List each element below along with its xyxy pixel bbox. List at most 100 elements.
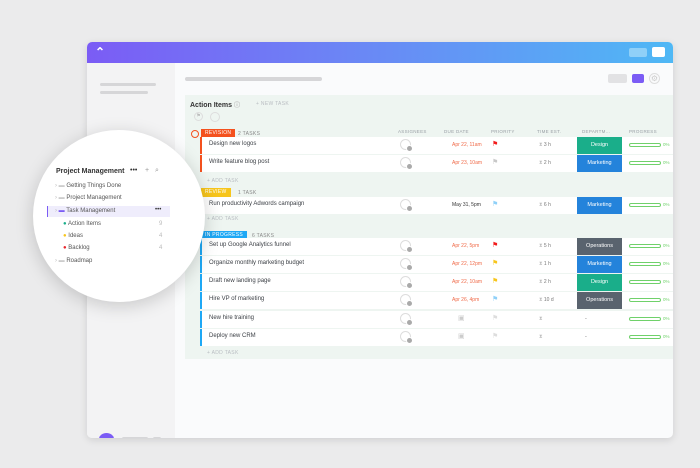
department-tag[interactable]: Marketing: [577, 197, 622, 214]
priority-flag-icon[interactable]: ⚑: [492, 315, 498, 323]
column-header[interactable]: PRIORITY: [491, 129, 515, 134]
settings-icon[interactable]: ⚙: [649, 73, 660, 84]
department-tag[interactable]: Operations: [577, 238, 622, 255]
progress-text: 0%: [663, 334, 670, 339]
more-icon[interactable]: •••: [130, 167, 137, 174]
add-task-button[interactable]: + ADD TASK: [207, 178, 239, 184]
collapse-group-icon[interactable]: [191, 130, 199, 138]
add-task-button[interactable]: + ADD TASK: [207, 350, 239, 356]
header-button-white[interactable]: [652, 47, 665, 57]
assignee-icon[interactable]: [400, 240, 413, 253]
time-estimate[interactable]: ⧗: [539, 334, 543, 340]
task-row[interactable]: Write feature blog post Apr 23, 10am ⚑ ⧗…: [200, 155, 673, 172]
progress-bar: [629, 244, 661, 248]
calendar-icon[interactable]: ▣: [458, 314, 465, 322]
sidebar-folder-item[interactable]: › ▬ Getting Things Done: [55, 183, 121, 189]
assignee-icon[interactable]: [400, 199, 413, 212]
assignee-icon[interactable]: [400, 139, 413, 152]
toolbar-button-primary[interactable]: [632, 74, 644, 83]
task-row[interactable]: New hire training ▣ ⚑ ⧗ - 0%: [200, 311, 673, 328]
task-row[interactable]: Organize monthly marketing budget Apr 22…: [200, 256, 673, 273]
progress-bar: [629, 317, 661, 321]
priority-flag-icon[interactable]: ⚑: [492, 201, 498, 209]
due-date[interactable]: Apr 23, 10am: [452, 160, 482, 166]
sidebar-list-item[interactable]: ● Action Items: [63, 221, 101, 227]
add-task-button[interactable]: + ADD TASK: [207, 216, 239, 222]
time-estimate[interactable]: ⧗ 2 h: [539, 279, 551, 285]
task-name[interactable]: Draft new landing page: [209, 278, 271, 284]
due-date[interactable]: Apr 22, 12pm: [452, 261, 482, 267]
priority-flag-icon[interactable]: ⚑: [492, 296, 498, 304]
time-estimate[interactable]: ⧗ 6 h: [539, 202, 551, 208]
sidebar-list-item[interactable]: ● Backlog: [63, 245, 90, 251]
time-estimate[interactable]: ⧗ 3 h: [539, 142, 551, 148]
sidebar-folder-item[interactable]: › ▬ Project Management: [55, 195, 122, 201]
toolbar-button[interactable]: [608, 74, 627, 83]
column-header[interactable]: TIME EST.: [537, 129, 561, 134]
more-icon[interactable]: •••: [155, 207, 161, 213]
task-name[interactable]: Run productivity Adwords campaign: [209, 201, 304, 207]
task-row[interactable]: Run productivity Adwords campaign May 31…: [200, 197, 673, 214]
progress-bar: [629, 203, 661, 207]
task-row[interactable]: Draft new landing page Apr 22, 10am ⚑ ⧗ …: [200, 274, 673, 291]
priority-flag-icon[interactable]: ⚑: [492, 159, 498, 167]
task-row[interactable]: Hire VP of marketing Apr 26, 4pm ⚑ ⧗ 10 …: [200, 292, 673, 309]
assignee-icon[interactable]: [400, 258, 413, 271]
sidebar-folder-item[interactable]: › ▬ Roadmap: [55, 258, 92, 264]
due-date[interactable]: May 31, 5pm: [452, 202, 481, 208]
column-header[interactable]: PROGRESS: [629, 129, 657, 134]
time-estimate[interactable]: ⧗ 1 h: [539, 261, 551, 267]
priority-flag-icon[interactable]: ⚑: [492, 333, 498, 341]
task-row[interactable]: Design new logos Apr 22, 11am ⚑ ⧗ 3 h De…: [200, 137, 673, 154]
priority-flag-icon[interactable]: ⚑: [492, 278, 498, 286]
task-name[interactable]: Set up Google Analytics funnel: [209, 242, 291, 248]
priority-flag-icon[interactable]: ⚑: [492, 260, 498, 268]
calendar-icon[interactable]: ▣: [458, 332, 465, 340]
time-estimate[interactable]: ⧗: [539, 316, 543, 322]
department-tag[interactable]: Design: [577, 137, 622, 154]
status-badge[interactable]: REVIEW: [201, 188, 231, 197]
task-name[interactable]: Hire VP of marketing: [209, 296, 264, 302]
task-row[interactable]: Set up Google Analytics funnel Apr 22, 5…: [200, 238, 673, 255]
task-name[interactable]: Deploy new CRM: [209, 333, 256, 339]
header-button[interactable]: [629, 48, 647, 57]
list-count: 4: [159, 245, 163, 251]
time-estimate[interactable]: ⧗ 2 h: [539, 160, 551, 166]
assignee-icon[interactable]: [400, 157, 413, 170]
due-date[interactable]: Apr 22, 5pm: [452, 243, 479, 249]
department-tag[interactable]: -: [585, 311, 630, 328]
task-name[interactable]: New hire training: [209, 315, 254, 321]
department-tag[interactable]: -: [585, 329, 630, 346]
time-estimate[interactable]: ⧗ 5 h: [539, 243, 551, 249]
assignee-icon[interactable]: [400, 294, 413, 307]
assignee-icon[interactable]: [400, 276, 413, 289]
priority-flag-icon[interactable]: ⚑: [492, 141, 498, 149]
flag-filter-icon[interactable]: ⚑: [194, 112, 203, 121]
sidebar-list-item[interactable]: ● Ideas: [63, 233, 83, 239]
department-tag[interactable]: Design: [577, 274, 622, 291]
task-name[interactable]: Design new logos: [209, 141, 256, 147]
due-date[interactable]: Apr 26, 4pm: [452, 297, 479, 303]
task-name[interactable]: Write feature blog post: [209, 159, 269, 165]
assignee-filter-icon[interactable]: [210, 112, 220, 122]
column-header[interactable]: ASSIGNEES: [398, 129, 427, 134]
priority-flag-icon[interactable]: ⚑: [492, 242, 498, 250]
task-name[interactable]: Organize monthly marketing budget: [209, 260, 304, 266]
assignee-icon[interactable]: [400, 313, 413, 326]
column-header[interactable]: DEPARTM...: [582, 129, 610, 134]
column-header[interactable]: DUE DATE: [444, 129, 469, 134]
time-estimate[interactable]: ⧗ 10 d: [539, 297, 554, 303]
chat-icon[interactable]: …: [99, 433, 114, 438]
search-icon[interactable]: ⌕: [155, 167, 159, 175]
department-tag[interactable]: Marketing: [577, 256, 622, 273]
due-date[interactable]: Apr 22, 11am: [452, 142, 482, 148]
sidebar-folder-item[interactable]: › ▬ Task Management: [55, 208, 115, 214]
progress-bar: [629, 335, 661, 339]
due-date[interactable]: Apr 22, 10am: [452, 279, 482, 285]
plus-icon[interactable]: +: [145, 167, 149, 174]
new-task-button[interactable]: + NEW TASK: [256, 101, 289, 107]
assignee-icon[interactable]: [400, 331, 413, 344]
department-tag[interactable]: Operations: [577, 292, 622, 309]
department-tag[interactable]: Marketing: [577, 155, 622, 172]
task-row[interactable]: Deploy new CRM ▣ ⚑ ⧗ - 0%: [200, 329, 673, 346]
